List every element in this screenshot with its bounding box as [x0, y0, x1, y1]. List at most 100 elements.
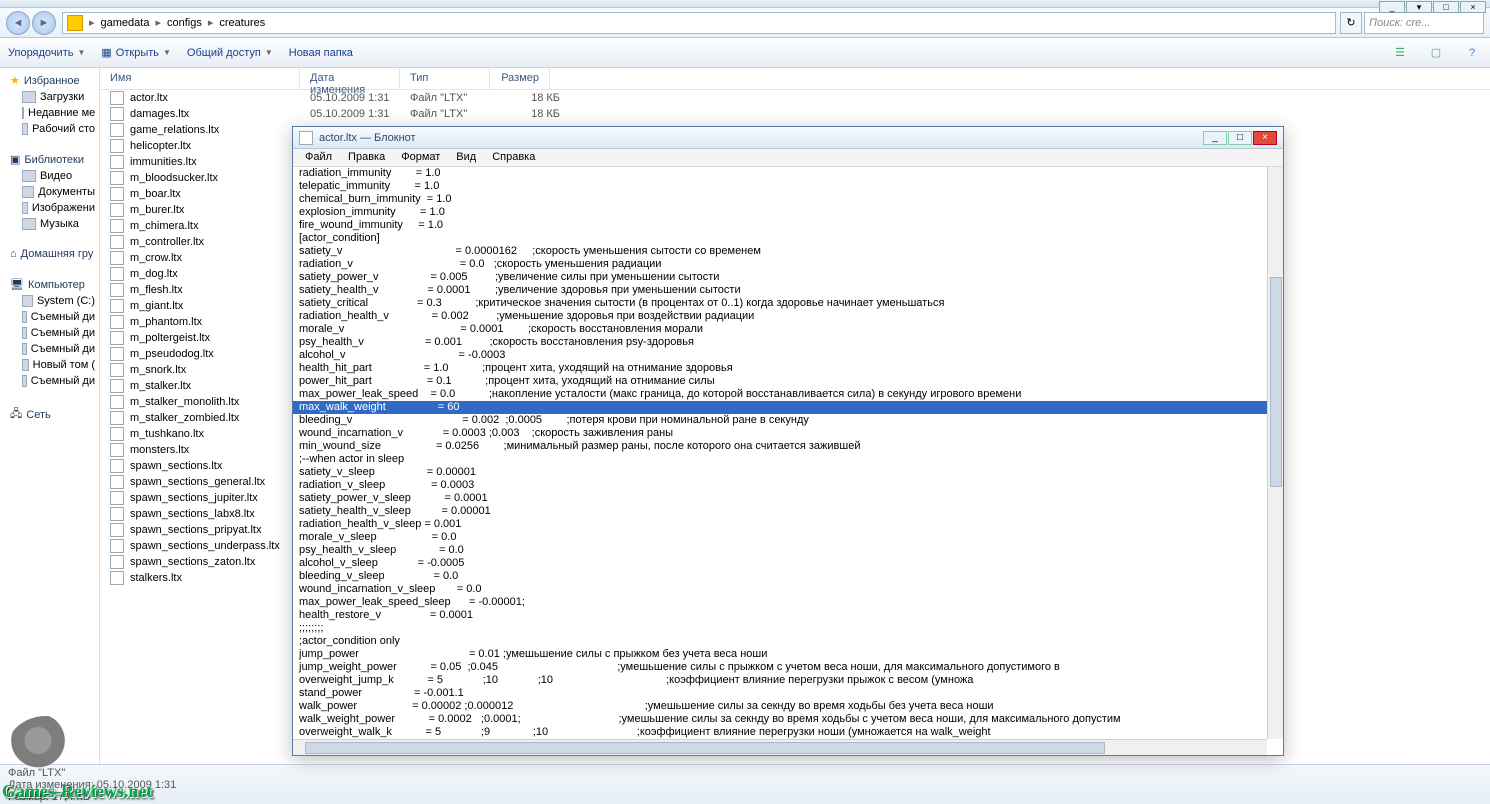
tree-favorite-item[interactable]: Рабочий сто: [0, 121, 99, 137]
file-name: m_dog.ltx: [130, 268, 310, 280]
folder-icon: [22, 107, 24, 119]
view-options-button[interactable]: ☰: [1390, 43, 1410, 63]
menu-format[interactable]: Формат: [393, 149, 448, 166]
text-line: satiety_critical = 0.3 ;критическое знач…: [293, 297, 1283, 310]
network-group[interactable]: 🖧Сеть: [0, 399, 99, 426]
file-icon: [110, 395, 124, 409]
notepad-titlebar[interactable]: actor.ltx — Блокнот _ □ ×: [293, 127, 1283, 149]
file-name: spawn_sections_labx8.ltx: [130, 508, 310, 520]
file-name: spawn_sections_general.ltx: [130, 476, 310, 488]
menu-edit[interactable]: Правка: [340, 149, 393, 166]
help-button[interactable]: ?: [1462, 43, 1482, 63]
tree-favorite-item[interactable]: Загрузки: [0, 89, 99, 105]
libraries-group[interactable]: ▣Библиотеки: [0, 147, 99, 168]
details-date: Дата изменения: 05.10.2009 1:31: [8, 779, 1482, 791]
menu-help[interactable]: Справка: [484, 149, 543, 166]
file-icon: [110, 107, 124, 121]
nav-forward-button[interactable]: ►: [32, 11, 56, 35]
new-folder-button[interactable]: Новая папка: [289, 47, 353, 59]
notepad-close-button[interactable]: ×: [1253, 131, 1277, 145]
chevron-right-icon[interactable]: ▸: [153, 16, 163, 29]
folder-icon: [67, 15, 83, 31]
file-row[interactable]: actor.ltx05.10.2009 1:31Файл "LTX"18 КБ: [100, 90, 1490, 106]
file-name: m_stalker_zombied.ltx: [130, 412, 310, 424]
minimize-button[interactable]: _: [1379, 1, 1405, 13]
file-icon: [110, 283, 124, 297]
tree-drive-item[interactable]: Новый том (: [0, 357, 99, 373]
col-size[interactable]: Размер: [490, 68, 550, 89]
share-button[interactable]: Общий доступ▼: [187, 47, 273, 59]
chevron-right-icon[interactable]: ▸: [87, 16, 97, 29]
tree-drive-item[interactable]: Съемный ди: [0, 325, 99, 341]
file-icon: [110, 523, 124, 537]
file-icon: [110, 171, 124, 185]
file-name: immunities.ltx: [130, 156, 310, 168]
file-name: monsters.ltx: [130, 444, 310, 456]
tree-drive-item[interactable]: Съемный ди: [0, 309, 99, 325]
text-line: max_power_leak_speed_sleep = -0.00001;: [293, 596, 1283, 609]
breadcrumb-seg[interactable]: gamedata: [97, 17, 154, 29]
text-line: max_power_leak_speed = 0.0 ;накопление у…: [293, 388, 1283, 401]
notepad-hscroll[interactable]: [293, 739, 1267, 755]
favorites-group[interactable]: ★Избранное: [0, 68, 99, 89]
tree-favorite-item[interactable]: Недавние ме: [0, 105, 99, 121]
tree-library-item[interactable]: Изображени: [0, 200, 99, 216]
notepad-maximize-button[interactable]: □: [1228, 131, 1252, 145]
scroll-thumb[interactable]: [1270, 277, 1282, 487]
maximize-button[interactable]: □: [1433, 1, 1459, 13]
refresh-button[interactable]: ↻: [1340, 12, 1362, 34]
computer-icon: 🖥: [10, 278, 24, 291]
chevron-down-icon: ▼: [77, 48, 85, 57]
homegroup[interactable]: ⌂Домашняя гру: [0, 242, 99, 262]
nav-back-button[interactable]: ◄: [6, 11, 30, 35]
text-line: fire_wound_immunity = 1.0: [293, 219, 1283, 232]
file-icon: [110, 267, 124, 281]
file-icon: [110, 315, 124, 329]
notepad-text-area[interactable]: radiation_immunity = 1.0telepatic_immuni…: [293, 167, 1283, 739]
scroll-thumb[interactable]: [305, 742, 1105, 754]
breadcrumb[interactable]: ▸ gamedata ▸ configs ▸ creatures: [62, 12, 1336, 34]
col-name[interactable]: Имя: [100, 68, 300, 89]
notepad-window: actor.ltx — Блокнот _ □ × Файл Правка Фо…: [292, 126, 1284, 756]
folder-icon: [22, 202, 28, 214]
text-line: overweight_walk_k = 5 ;9 ;10 ;коэффициен…: [293, 726, 1283, 739]
notepad-menu: Файл Правка Формат Вид Справка: [293, 149, 1283, 167]
text-line: satiety_v = 0.0000162 ;скорость уменьшен…: [293, 245, 1283, 258]
organize-button[interactable]: Упорядочить▼: [8, 47, 85, 59]
tree-drive-item[interactable]: System (C:): [0, 293, 99, 309]
computer-group[interactable]: 🖥Компьютер: [0, 272, 99, 293]
notepad-minimize-button[interactable]: _: [1203, 131, 1227, 145]
address-bar: ◄ ► ▸ gamedata ▸ configs ▸ creatures ↻ П…: [0, 8, 1490, 38]
text-line: radiation_health_v = 0.002 ;уменьшение з…: [293, 310, 1283, 323]
text-line: health_restore_v = 0.0001: [293, 609, 1283, 622]
network-icon: 🖧: [10, 405, 22, 424]
tree-library-item[interactable]: Видео: [0, 168, 99, 184]
text-line: power_hit_part = 0.1 ;процент хита, уход…: [293, 375, 1283, 388]
col-date[interactable]: Дата изменения: [300, 68, 400, 89]
preview-pane-button[interactable]: ▢: [1426, 43, 1446, 63]
search-input[interactable]: Поиск: cre...: [1364, 12, 1484, 34]
file-row[interactable]: damages.ltx05.10.2009 1:31Файл "LTX"18 К…: [100, 106, 1490, 122]
file-icon: [110, 139, 124, 153]
file-name: spawn_sections_pripyat.ltx: [130, 524, 310, 536]
col-type[interactable]: Тип: [400, 68, 490, 89]
notepad-vscroll[interactable]: [1267, 167, 1283, 739]
tree-library-item[interactable]: Музыка: [0, 216, 99, 232]
lower-button[interactable]: ▾: [1406, 1, 1432, 13]
folder-icon: [22, 170, 36, 182]
menu-view[interactable]: Вид: [448, 149, 484, 166]
tree-library-item[interactable]: Документы: [0, 184, 99, 200]
text-line: health_hit_part = 1.0 ;процент хита, ухо…: [293, 362, 1283, 375]
close-button[interactable]: ×: [1460, 1, 1486, 13]
breadcrumb-seg[interactable]: creatures: [215, 17, 269, 29]
menu-file[interactable]: Файл: [297, 149, 340, 166]
chevron-right-icon[interactable]: ▸: [206, 16, 216, 29]
file-icon: [110, 91, 124, 105]
text-line: alcohol_v_sleep = -0.0005: [293, 557, 1283, 570]
breadcrumb-seg[interactable]: configs: [163, 17, 206, 29]
tree-drive-item[interactable]: Съемный ди: [0, 373, 99, 389]
open-button[interactable]: ▦Открыть▼: [101, 46, 171, 59]
file-icon: [110, 507, 124, 521]
tree-drive-item[interactable]: Съемный ди: [0, 341, 99, 357]
text-line: radiation_v_sleep = 0.0003: [293, 479, 1283, 492]
